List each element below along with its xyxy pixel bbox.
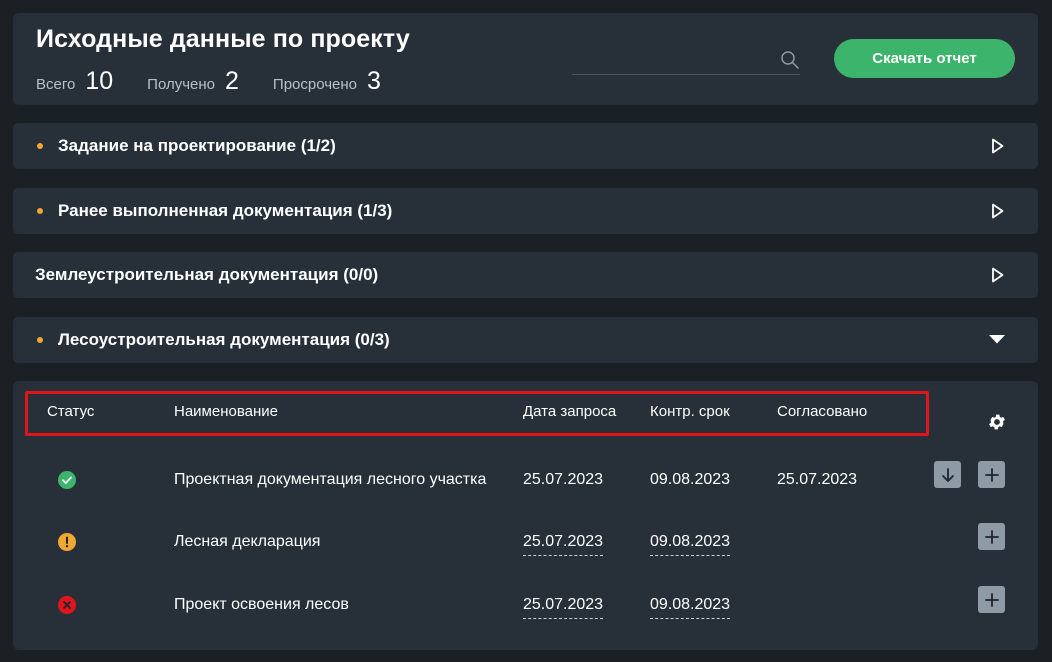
stat-received: Получено 2	[147, 67, 239, 96]
download-button[interactable]	[934, 461, 961, 488]
cell-request-date[interactable]: 25.07.2023	[523, 533, 604, 556]
stat-overdue-value: 3	[367, 67, 381, 95]
status-dot	[37, 337, 43, 343]
section-title: Лесоустроительная документация (0/3)	[58, 330, 390, 349]
caret-down-icon[interactable]	[988, 331, 1006, 349]
search-icon[interactable]	[780, 50, 800, 70]
column-header-status[interactable]: Статус	[47, 403, 94, 420]
gear-icon[interactable]	[987, 412, 1007, 432]
documents-table: Статус Наименование Дата запроса Контр. …	[13, 381, 1038, 650]
cell-approved: 25.07.2023	[777, 471, 858, 488]
stat-total-value: 10	[85, 67, 114, 95]
cell-deadline[interactable]: 09.08.2023	[650, 533, 731, 556]
stat-total-label: Всего	[36, 76, 76, 93]
cell-name: Лесная декларация	[174, 533, 321, 550]
stat-received-label: Получено	[147, 76, 215, 93]
plus-icon	[984, 529, 999, 544]
table-row[interactable]: Проектная документация лесного участка 2…	[13, 461, 1038, 533]
section-design-assignment[interactable]: Задание на проектирование (1/2)	[13, 123, 1038, 169]
stat-received-value: 2	[225, 67, 239, 95]
play-outline-icon[interactable]	[988, 202, 1006, 220]
cell-deadline[interactable]: 09.08.2023	[650, 596, 731, 619]
play-outline-icon[interactable]	[988, 266, 1006, 284]
section-forest-management-documentation[interactable]: Лесоустроительная документация (0/3)	[13, 317, 1038, 363]
section-previous-documentation[interactable]: Ранее выполненная документация (1/3)	[13, 188, 1038, 234]
column-header-deadline[interactable]: Контр. срок	[650, 403, 730, 420]
download-report-button[interactable]: Скачать отчет	[834, 39, 1015, 78]
plus-icon	[984, 467, 999, 482]
search-input[interactable]	[572, 47, 772, 73]
cell-request-date[interactable]: 25.07.2023	[523, 596, 604, 619]
column-header-approved[interactable]: Согласовано	[777, 403, 867, 420]
status-dot	[37, 208, 43, 214]
cell-request-date: 25.07.2023	[523, 471, 604, 488]
section-title: Задание на проектирование (1/2)	[58, 136, 336, 155]
warning-circle-icon	[58, 533, 76, 551]
error-circle-icon	[58, 596, 76, 614]
column-header-request-date[interactable]: Дата запроса	[523, 403, 616, 420]
stats-bar: Всего 10 Получено 2 Просрочено 3	[36, 67, 415, 96]
search-box	[572, 47, 800, 75]
add-button[interactable]	[978, 586, 1005, 613]
add-button[interactable]	[978, 523, 1005, 550]
section-title: Землеустроительная документация (0/0)	[35, 265, 379, 284]
section-land-management-documentation[interactable]: Землеустроительная документация (0/0)	[13, 252, 1038, 298]
status-dot	[37, 143, 43, 149]
plus-icon	[984, 592, 999, 607]
stat-overdue-label: Просрочено	[272, 76, 358, 93]
column-header-name[interactable]: Наименование	[174, 403, 278, 420]
check-circle-icon	[58, 471, 76, 489]
header-card: Исходные данные по проекту Всего 10 Полу…	[13, 13, 1038, 105]
play-outline-icon[interactable]	[988, 137, 1006, 155]
cell-name: Проектная документация лесного участка	[174, 471, 487, 488]
cell-deadline: 09.08.2023	[650, 471, 731, 488]
add-button[interactable]	[978, 461, 1005, 488]
page-title: Исходные данные по проекту	[36, 25, 410, 53]
stat-overdue: Просрочено 3	[273, 67, 381, 96]
table-row[interactable]: Проект освоения лесов 25.07.2023 09.08.2…	[13, 586, 1038, 658]
stat-total: Всего 10	[36, 67, 113, 96]
table-row[interactable]: Лесная декларация 25.07.2023 09.08.2023	[13, 523, 1038, 595]
cell-name: Проект освоения лесов	[174, 596, 349, 613]
arrow-down-icon	[941, 467, 954, 482]
section-title: Ранее выполненная документация (1/3)	[58, 201, 393, 220]
